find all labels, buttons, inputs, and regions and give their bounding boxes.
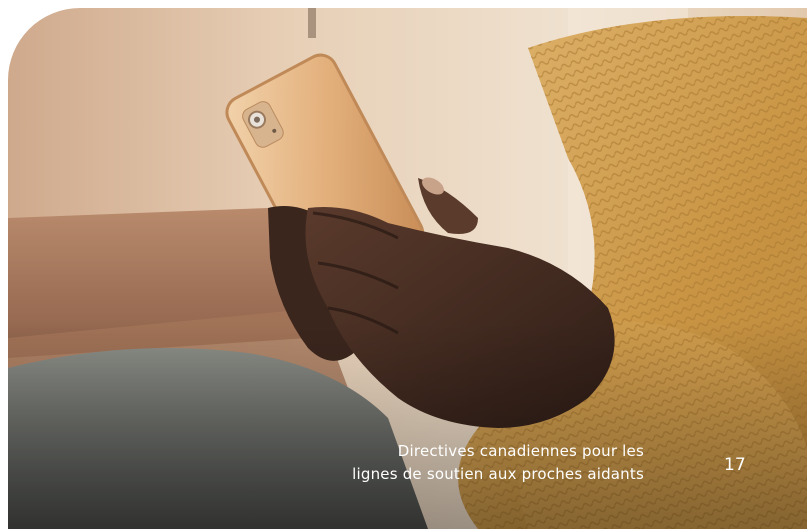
document-page: Directives canadiennes pour les lignes d… <box>0 0 807 529</box>
footer-title-line-2: lignes de soutien aux proches aidants <box>352 465 644 483</box>
page-number: 17 <box>724 455 746 475</box>
footer-title-line-1: Directives canadiennes pour les <box>397 442 644 460</box>
document-footer-title: Directives canadiennes pour les lignes d… <box>224 440 644 486</box>
